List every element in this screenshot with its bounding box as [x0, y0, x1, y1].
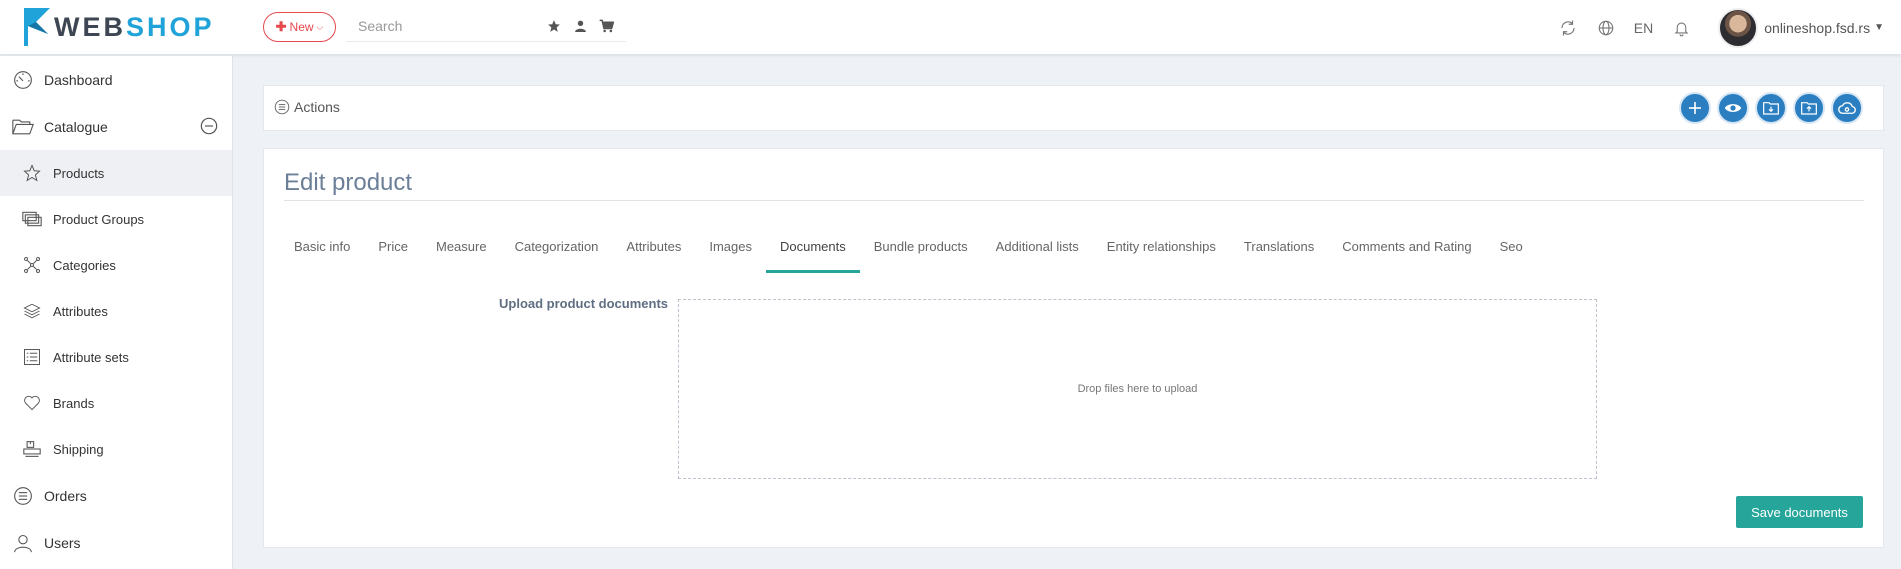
- tab-entity-relationships[interactable]: Entity relationships: [1093, 237, 1230, 273]
- sidebar-item-label: Dashboard: [44, 71, 113, 88]
- sidebar-item-label: Orders: [44, 487, 87, 504]
- new-button-label: New: [289, 20, 314, 34]
- tab-comments-and-rating[interactable]: Comments and Rating: [1328, 237, 1485, 273]
- sidebar-item-users[interactable]: Users: [0, 519, 232, 566]
- chevron-down-icon: ⌵: [316, 21, 324, 32]
- sidebar-item-label: Users: [44, 534, 81, 551]
- dashboard-icon: [12, 69, 34, 91]
- tab-categorization[interactable]: Categorization: [501, 237, 613, 273]
- actions-bar: Actions: [263, 85, 1884, 131]
- account-menu[interactable]: onlineshop.fsd.rs ▼: [1764, 20, 1884, 36]
- avatar[interactable]: [1718, 7, 1759, 48]
- folder-download-icon: [1763, 102, 1779, 115]
- tab-translations[interactable]: Translations: [1230, 237, 1328, 273]
- actions-label: Actions: [294, 99, 340, 115]
- tab-measure[interactable]: Measure: [422, 237, 501, 273]
- list-icon: [21, 346, 43, 368]
- title-divider: [284, 200, 1864, 201]
- plus-icon: ✚: [275, 19, 287, 34]
- shipping-icon: [21, 438, 43, 460]
- sidebar-item-label: Attributes: [53, 303, 108, 319]
- bell-icon[interactable]: [1671, 18, 1691, 38]
- file-dropzone[interactable]: Drop files here to upload: [678, 299, 1597, 479]
- sidebar-item-shipping[interactable]: Shipping: [0, 426, 232, 472]
- sidebar-item-products[interactable]: Products: [0, 150, 232, 196]
- caret-down-icon: ▼: [1874, 22, 1884, 33]
- sidebar-item-label: Catalogue: [44, 118, 108, 135]
- star-icon[interactable]: [546, 18, 562, 34]
- sidebar-item-product-groups[interactable]: Product Groups: [0, 196, 232, 242]
- product-groups-icon: [21, 208, 43, 230]
- sidebar-item-label: Product Groups: [53, 211, 145, 227]
- sidebar-item-catalogue[interactable]: Catalogue: [0, 103, 232, 150]
- save-documents-button[interactable]: Save documents: [1736, 496, 1863, 528]
- logo-flag-icon: [24, 8, 50, 46]
- eye-icon: [1724, 104, 1742, 112]
- sidebar-item-dashboard[interactable]: Dashboard: [0, 56, 232, 103]
- star-outline-icon: [21, 162, 43, 184]
- sidebar-item-categories[interactable]: Categories: [0, 242, 232, 288]
- sidebar-item-brands[interactable]: Brands: [0, 380, 232, 426]
- import-button[interactable]: [1755, 92, 1787, 124]
- sidebar-item-label: Categories: [53, 257, 116, 273]
- preview-button[interactable]: [1717, 92, 1749, 124]
- settings-button[interactable]: [1831, 92, 1863, 124]
- action-buttons: [1673, 92, 1863, 124]
- refresh-icon[interactable]: [1558, 18, 1578, 38]
- sidebar-item-label: Shipping: [53, 441, 104, 457]
- cloud-gear-icon: [1838, 102, 1856, 114]
- new-button[interactable]: ✚ New ⌵: [263, 12, 336, 42]
- users-icon: [12, 532, 34, 554]
- product-tabs: Basic info Price Measure Categorization …: [280, 237, 1537, 273]
- heart-icon: [21, 392, 43, 414]
- logo-text-shop: SHOP: [126, 11, 215, 42]
- tab-documents[interactable]: Documents: [765, 237, 860, 273]
- tab-price[interactable]: Price: [364, 237, 422, 273]
- user-icon[interactable]: [572, 18, 588, 34]
- search-bar: [346, 10, 626, 42]
- sidebar-item-attribute-sets[interactable]: Attribute sets: [0, 334, 232, 380]
- actions-toggle[interactable]: Actions: [274, 99, 340, 115]
- page-title: Edit product: [284, 169, 413, 196]
- tab-seo[interactable]: Seo: [1486, 237, 1537, 273]
- menu-circle-icon: [274, 99, 290, 115]
- dropzone-text: Drop files here to upload: [1077, 383, 1198, 395]
- account-name: onlineshop.fsd.rs: [1764, 19, 1871, 36]
- sidebar-item-attributes[interactable]: Attributes: [0, 288, 232, 334]
- tab-images[interactable]: Images: [695, 237, 766, 273]
- add-button[interactable]: [1679, 92, 1711, 124]
- cart-icon[interactable]: [598, 18, 614, 34]
- tab-bundle-products[interactable]: Bundle products: [860, 237, 982, 273]
- top-right-tools: EN onlineshop.fsd.rs ▼: [1549, 0, 1901, 55]
- top-bar: WEBSHOP ✚ New ⌵ EN onlineshop.fsd.rs: [0, 0, 1901, 55]
- orders-icon: [12, 485, 34, 507]
- tab-additional-lists[interactable]: Additional lists: [982, 237, 1093, 273]
- categories-icon: [21, 254, 43, 276]
- sidebar-item-orders[interactable]: Orders: [0, 472, 232, 519]
- folder-open-icon: [12, 116, 34, 138]
- globe-icon[interactable]: [1596, 18, 1616, 38]
- webshop-logo[interactable]: WEBSHOP: [24, 8, 215, 46]
- upload-documents-label: Upload product documents: [499, 296, 668, 311]
- tab-basic-info[interactable]: Basic info: [280, 237, 364, 273]
- sidebar-item-label: Products: [53, 165, 105, 181]
- tab-attributes[interactable]: Attributes: [612, 237, 695, 273]
- sidebar: Dashboard Catalogue Products Product Gro…: [0, 56, 233, 569]
- search-input[interactable]: [346, 17, 536, 34]
- plus-icon: [1689, 102, 1701, 114]
- sidebar-item-label: Brands: [53, 395, 95, 411]
- edit-product-card: Edit product Basic info Price Measure Ca…: [263, 148, 1884, 548]
- collapse-minus-icon[interactable]: [200, 117, 218, 135]
- layers-icon: [21, 300, 43, 322]
- language-selector[interactable]: EN: [1634, 20, 1653, 36]
- export-button[interactable]: [1793, 92, 1825, 124]
- sidebar-item-label: Attribute sets: [53, 349, 129, 365]
- logo-text-web: WEB: [54, 11, 126, 42]
- folder-upload-icon: [1801, 102, 1817, 115]
